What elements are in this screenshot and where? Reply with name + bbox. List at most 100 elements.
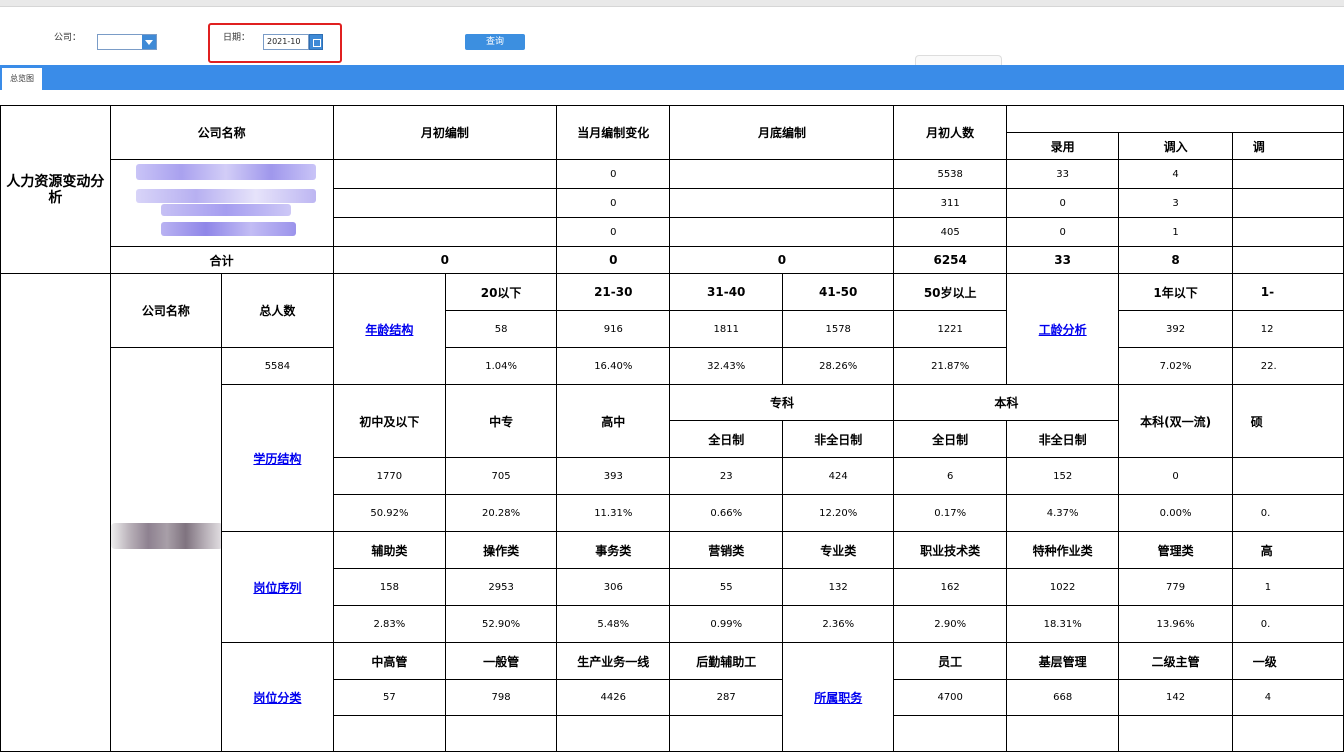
link-age-structure[interactable]: 年龄结构 xyxy=(332,273,447,385)
seq-percent: 5.48% xyxy=(556,605,671,643)
cat-header: 后勤辅助工 xyxy=(669,642,783,680)
age-header: 20以下 xyxy=(445,273,558,311)
seq-count: 779 xyxy=(1118,568,1233,606)
header-company-name-2: 公司名称 xyxy=(109,273,223,348)
seq-percent: 2.83% xyxy=(332,605,447,643)
seq-count: 132 xyxy=(781,568,895,606)
edu-subheader: 全日制 xyxy=(669,420,783,458)
cell: 311 xyxy=(893,188,1007,218)
cell: 0 xyxy=(1005,188,1120,218)
tab-overview[interactable]: 总览图 xyxy=(2,68,42,90)
cell xyxy=(556,715,671,752)
seq-count: 158 xyxy=(332,568,447,606)
header-total-people: 总人数 xyxy=(221,273,334,348)
total-hired: 33 xyxy=(1005,246,1120,274)
age-header: 31-40 xyxy=(669,273,783,311)
cell: 5538 xyxy=(893,159,1007,189)
cell: 405 xyxy=(893,217,1007,247)
total-end-quota: 0 xyxy=(669,246,895,274)
cell xyxy=(1231,715,1344,752)
cat-header: 一般管 xyxy=(445,642,558,680)
seq-percent: 2.90% xyxy=(893,605,1007,643)
seq-count: 162 xyxy=(893,568,1007,606)
edu-subheader: 非全日制 xyxy=(781,420,895,458)
cat-count: 287 xyxy=(669,679,783,716)
seq-count: 55 xyxy=(669,568,783,606)
seniority-count: 12 xyxy=(1231,310,1344,348)
report-table: 人力资源变动分析 公司名称 月初编制 当月编制变化 月底编制 月初人数 录用 调… xyxy=(0,105,1344,752)
edu-percent: 11.31% xyxy=(556,494,671,532)
edu-count: 424 xyxy=(781,457,895,495)
cell xyxy=(669,217,895,247)
query-button[interactable]: 查询 xyxy=(465,34,525,50)
link-seniority-analysis[interactable]: 工龄分析 xyxy=(1005,273,1120,385)
cat-count: 57 xyxy=(332,679,447,716)
cat-header: 中高管 xyxy=(332,642,447,680)
seq-percent: 0.99% xyxy=(669,605,783,643)
cell: 0 xyxy=(1005,217,1120,247)
edu-header: 中专 xyxy=(445,384,558,458)
seq-header: 辅助类 xyxy=(332,531,447,569)
cell xyxy=(1231,159,1344,189)
redacted-company-name-2 xyxy=(109,347,223,752)
link-rank[interactable]: 所属职务 xyxy=(781,642,895,752)
edu-count: 152 xyxy=(1005,457,1120,495)
edu-count: 393 xyxy=(556,457,671,495)
total-people-value: 5584 xyxy=(221,347,334,385)
report-area: 人力资源变动分析 公司名称 月初编制 当月编制变化 月底编制 月初人数 录用 调… xyxy=(0,105,1344,752)
seq-header: 专业类 xyxy=(781,531,895,569)
age-header: 50岁以上 xyxy=(893,273,1007,311)
chevron-down-icon[interactable] xyxy=(142,35,156,49)
link-education-structure[interactable]: 学历结构 xyxy=(221,384,334,532)
edu-percent: 4.37% xyxy=(1005,494,1120,532)
cell xyxy=(332,217,558,247)
seq-header: 管理类 xyxy=(1118,531,1233,569)
edu-count: 6 xyxy=(893,457,1007,495)
seq-header: 高 xyxy=(1231,531,1344,569)
link-position-sequence[interactable]: 岗位序列 xyxy=(221,531,334,643)
cat-header: 生产业务一线 xyxy=(556,642,671,680)
header-transfer-in: 调入 xyxy=(1118,132,1233,160)
rank-count: 4 xyxy=(1231,679,1344,716)
edu-count: 1770 xyxy=(332,457,447,495)
edu-percent: 0. xyxy=(1231,494,1344,532)
age-count: 1578 xyxy=(781,310,895,348)
edu-subheader: 全日制 xyxy=(893,420,1007,458)
seniority-header: 1年以下 xyxy=(1118,273,1233,311)
age-percent: 16.40% xyxy=(556,347,671,385)
cat-count: 4426 xyxy=(556,679,671,716)
header-month-start-quota: 月初编制 xyxy=(332,105,558,160)
top-strip xyxy=(0,0,1344,7)
edu-header-double-first-class: 本科(双一流) xyxy=(1118,384,1233,458)
cell: 0 xyxy=(556,159,671,189)
seq-header: 职业技术类 xyxy=(893,531,1007,569)
edu-header: 高中 xyxy=(556,384,671,458)
age-count: 58 xyxy=(445,310,558,348)
cell xyxy=(1231,188,1344,218)
total-headcount: 6254 xyxy=(893,246,1007,274)
link-position-category[interactable]: 岗位分类 xyxy=(221,642,334,752)
total-quota-change: 0 xyxy=(556,246,671,274)
edu-header: 初中及以下 xyxy=(332,384,447,458)
cell xyxy=(893,715,1007,752)
rank-count: 4700 xyxy=(893,679,1007,716)
seq-count: 2953 xyxy=(445,568,558,606)
cell xyxy=(1231,457,1344,495)
cell: 33 xyxy=(1005,159,1120,189)
rank-header: 员工 xyxy=(893,642,1007,680)
header-group-blank xyxy=(1005,105,1344,133)
cell xyxy=(1231,246,1344,274)
company-select[interactable] xyxy=(97,34,157,50)
seq-header: 事务类 xyxy=(556,531,671,569)
seq-percent: 0. xyxy=(1231,605,1344,643)
edu-percent: 20.28% xyxy=(445,494,558,532)
age-percent: 1.04% xyxy=(445,347,558,385)
age-percent: 21.87% xyxy=(893,347,1007,385)
cell: 0 xyxy=(556,217,671,247)
edu-percent: 12.20% xyxy=(781,494,895,532)
header-transfer-out: 调 xyxy=(1231,132,1344,160)
seq-percent: 2.36% xyxy=(781,605,895,643)
age-percent: 28.26% xyxy=(781,347,895,385)
header-hired: 录用 xyxy=(1005,132,1120,160)
cell: 1 xyxy=(1118,217,1233,247)
